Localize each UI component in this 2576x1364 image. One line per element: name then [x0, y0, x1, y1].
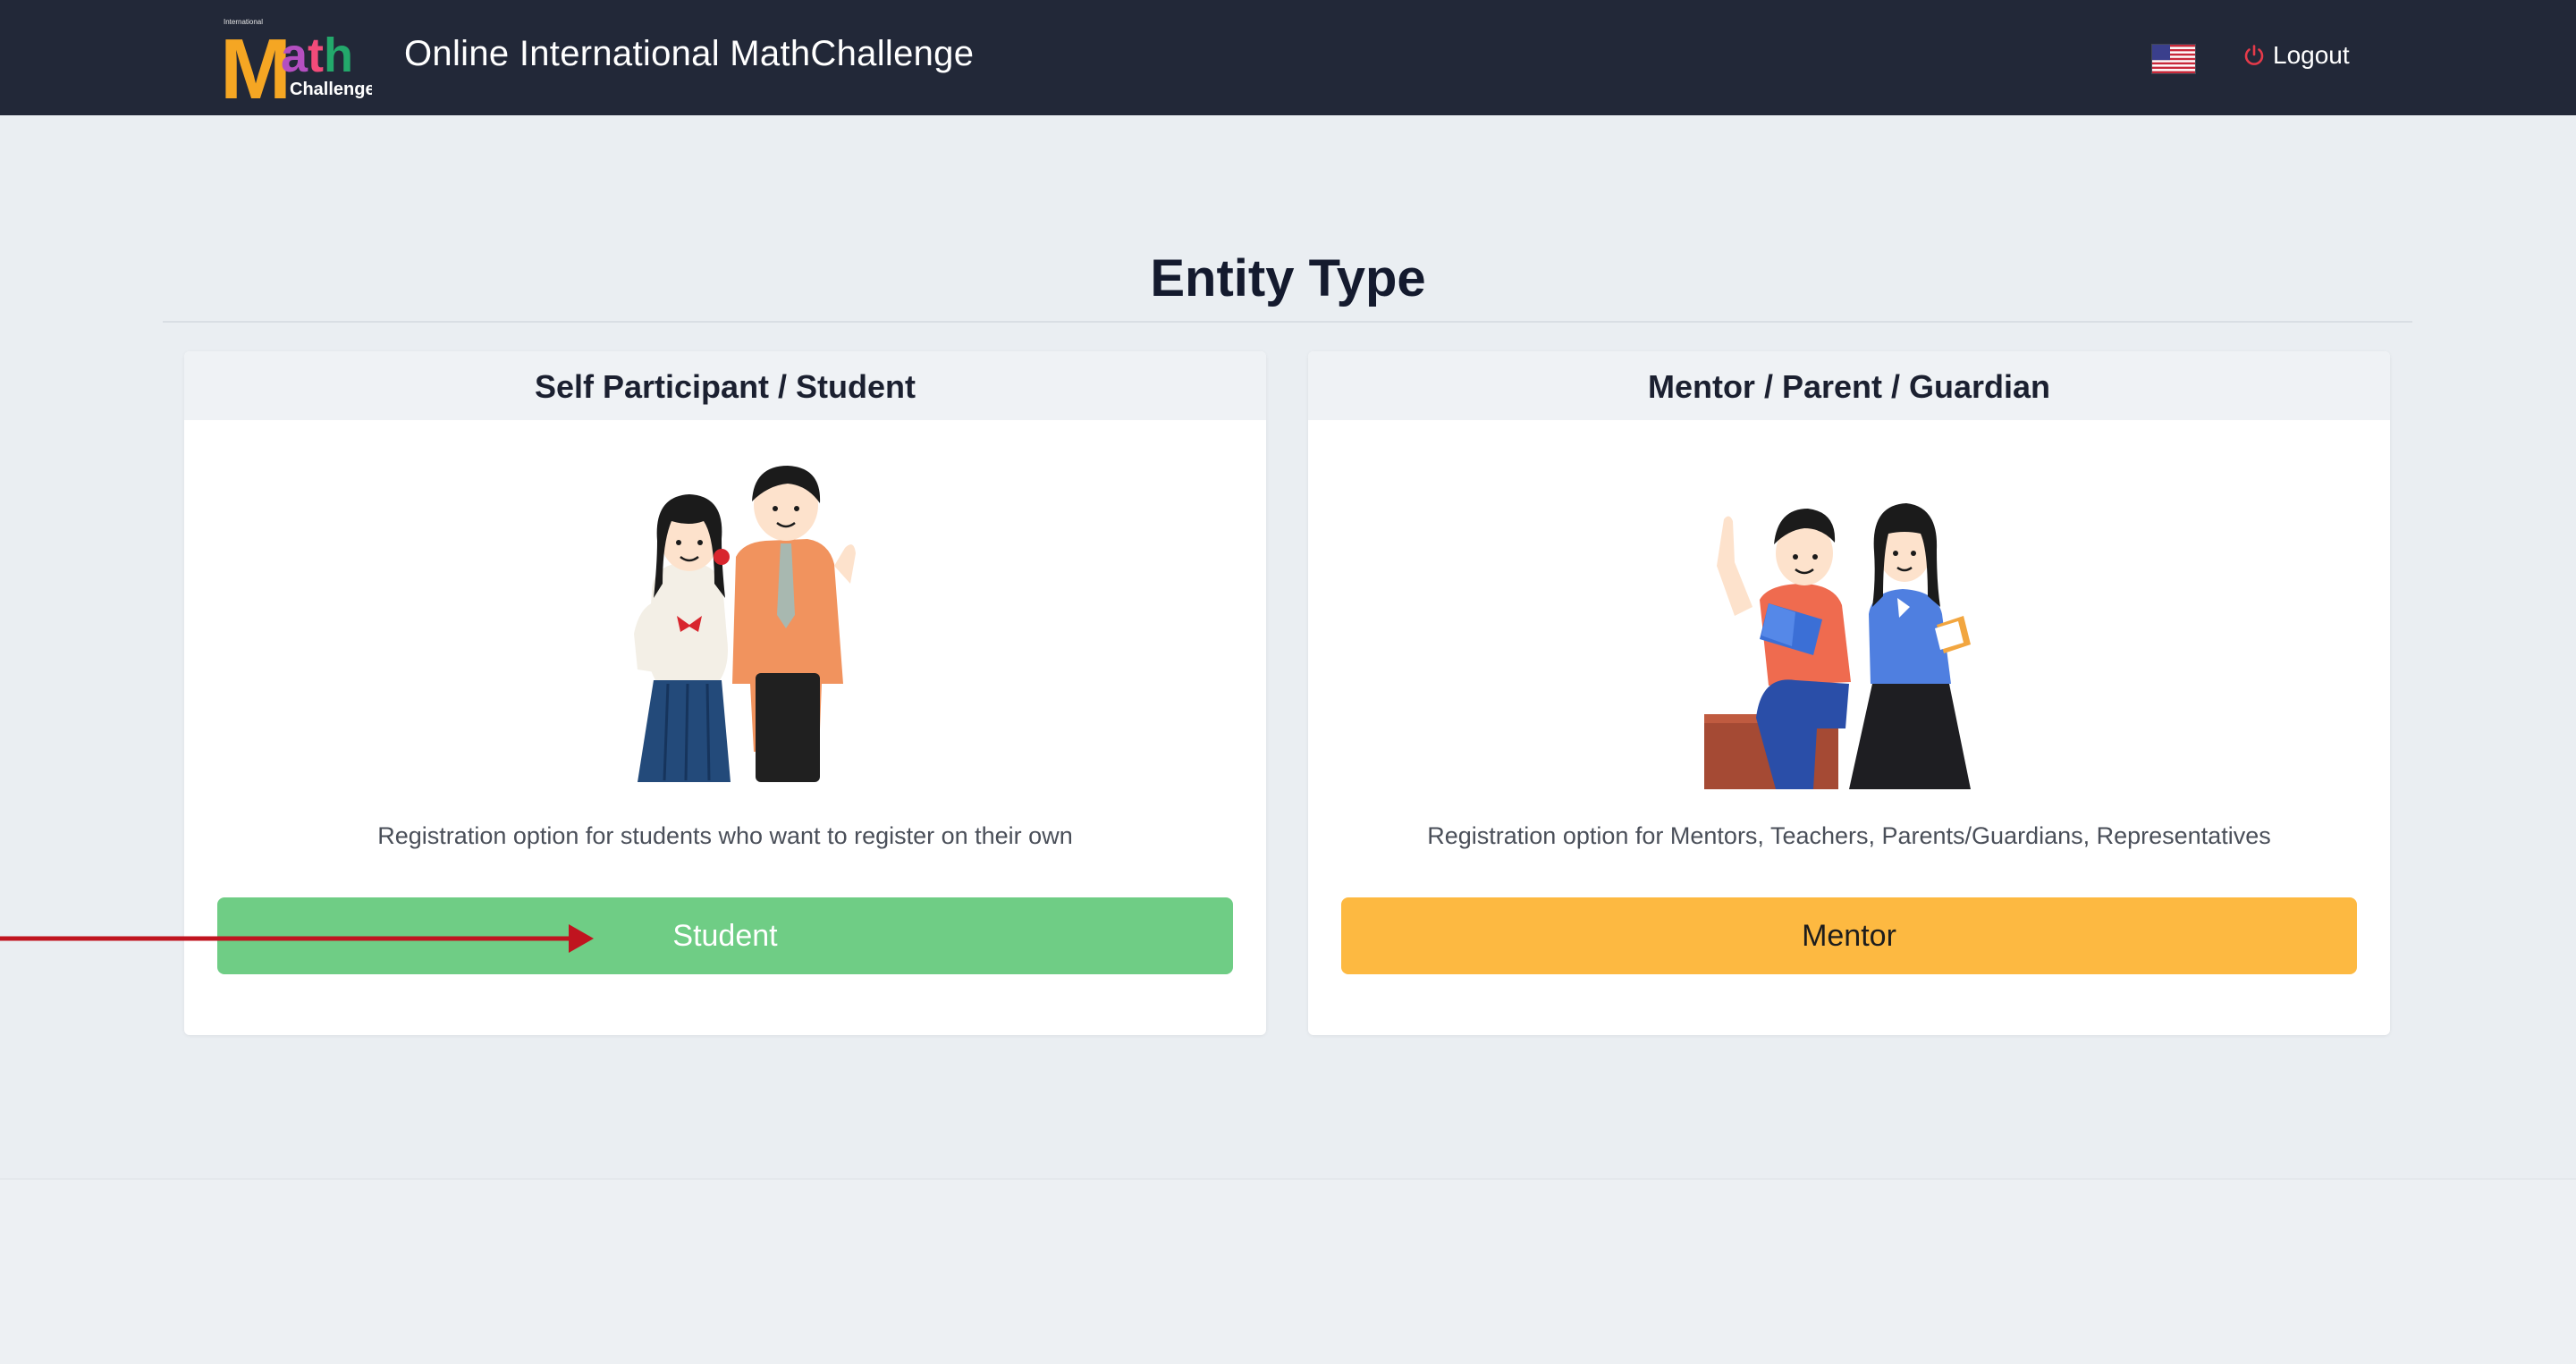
card-header-mentor: Mentor / Parent / Guardian — [1308, 351, 2390, 420]
app-title: Online International MathChallenge — [404, 34, 975, 73]
logout-label: Logout — [2273, 41, 2350, 69]
page-footer — [0, 1178, 2576, 1364]
power-icon — [2244, 45, 2264, 65]
svg-text:Challenge: Challenge — [290, 80, 372, 99]
card-description-mentor: Registration option for Mentors, Teacher… — [1427, 822, 2271, 849]
card-description-student: Registration option for students who wan… — [377, 822, 1073, 849]
mentor-button[interactable]: Mentor — [1341, 897, 2357, 974]
mentors-illustration — [1704, 503, 1971, 789]
logout-button[interactable]: Logout — [2242, 38, 2350, 73]
top-navbar: International M ath Challenge Online Int… — [0, 0, 2576, 115]
mentor-option-card: Mentor / Parent / Guardian Registration … — [1308, 351, 2390, 1035]
math-challenge-logo[interactable]: International M ath Challenge — [220, 16, 372, 102]
students-illustration — [634, 466, 856, 782]
page-title: Entity Type — [1150, 249, 1426, 307]
annotation-arrow — [0, 924, 594, 953]
card-header-student: Self Participant / Student — [184, 351, 1266, 420]
svg-text:ath: ath — [281, 29, 353, 82]
title-divider — [163, 321, 2412, 323]
us-flag-icon[interactable] — [2152, 45, 2195, 73]
